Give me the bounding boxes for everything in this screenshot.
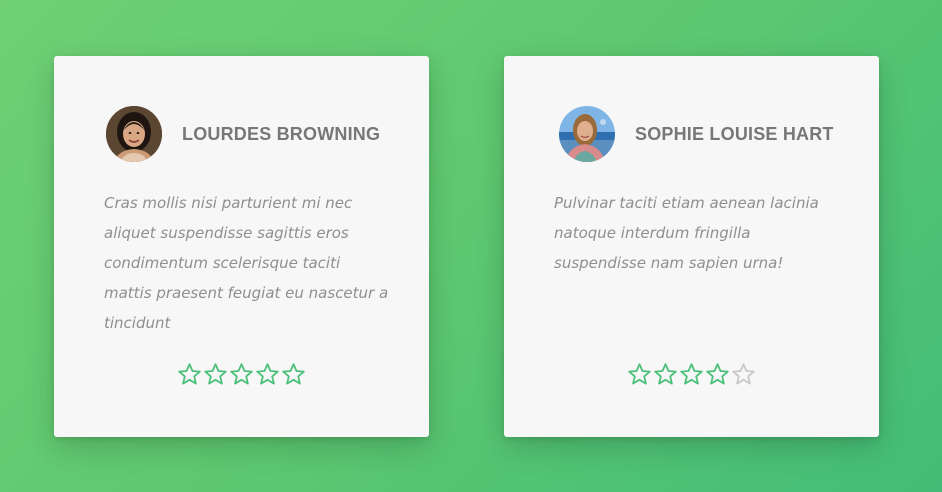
avatar	[106, 106, 162, 162]
star-rating	[504, 362, 879, 387]
testimonial-quote: Pulvinar taciti etiam aenean lacinia nat…	[554, 194, 819, 272]
star-filled-icon	[654, 363, 677, 385]
star-filled-icon	[706, 363, 729, 385]
testimonial-header: LOURDES BROWNING	[106, 106, 409, 162]
star-filled-icon	[204, 363, 227, 385]
star-filled-icon	[628, 363, 651, 385]
woman-portrait-avatar-icon	[106, 106, 162, 162]
woman-seaside-avatar-icon	[559, 106, 615, 162]
star-rating	[54, 362, 429, 387]
testimonial-card: SOPHIE LOUISE HART Pulvinar taciti etiam…	[504, 56, 879, 437]
star-filled-icon	[680, 363, 703, 385]
testimonial-card: LOURDES BROWNING Cras mollis nisi partur…	[54, 56, 429, 437]
testimonial-quote: Cras mollis nisi parturient mi nec aliqu…	[104, 194, 389, 332]
star-filled-icon	[178, 363, 201, 385]
star-filled-icon	[256, 363, 279, 385]
testimonial-author-name: SOPHIE LOUISE HART	[635, 123, 834, 144]
testimonial-header: SOPHIE LOUISE HART	[559, 106, 859, 162]
avatar	[559, 106, 615, 162]
star-filled-icon	[282, 363, 305, 385]
testimonial-author-name: LOURDES BROWNING	[182, 123, 381, 144]
star-filled-icon	[230, 363, 253, 385]
star-empty-icon	[732, 363, 755, 385]
